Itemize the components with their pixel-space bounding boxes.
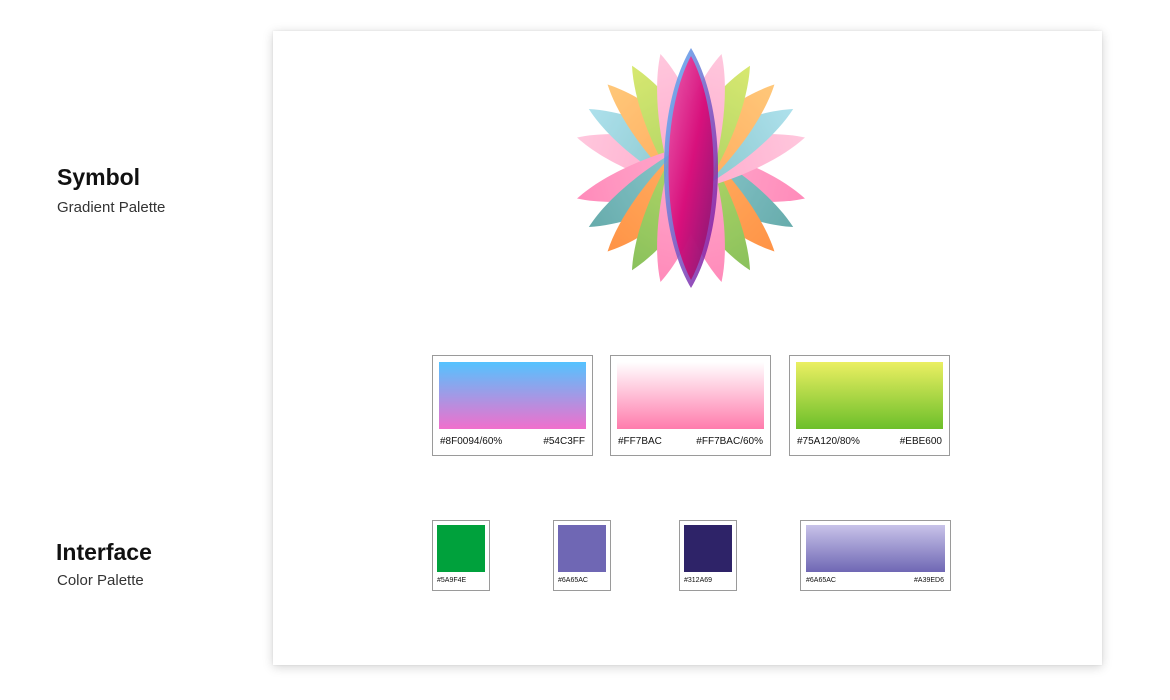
color-swatch-label: #6A65AC <box>558 577 588 584</box>
gradient-swatch-fill <box>796 362 943 429</box>
gradient-swatch-right-label: #EBE600 <box>899 436 942 447</box>
gradient-swatch-left-label: #6A65AC <box>806 577 836 584</box>
symbol-section-title: Symbol <box>57 164 141 190</box>
interface-section-subtitle: Color Palette <box>57 572 144 589</box>
color-swatch-purple: #6A65AC <box>553 520 611 591</box>
gradient-swatch-fill <box>617 362 764 429</box>
color-swatch-fill <box>558 525 606 572</box>
gradient-swatch-yellow-green: #75A120/80% #EBE600 <box>789 355 950 456</box>
symbol-section-subtitle: Gradient Palette <box>57 199 166 216</box>
gradient-swatch-right-label: #A39ED6 <box>914 577 944 584</box>
gradient-swatch-left-label: #8F0094/60% <box>440 436 503 447</box>
gradient-swatch-fill <box>439 362 586 429</box>
symbol-flower-logo <box>577 48 805 288</box>
gradient-swatch-left-label: #75A120/80% <box>797 436 860 447</box>
gradient-swatch-left-label: #FF7BAC <box>618 436 662 447</box>
color-swatch-fill <box>684 525 732 572</box>
gradient-swatch-blue-pink: #8F0094/60% #54C3FF <box>432 355 593 456</box>
palette-card: #8F0094/60% #54C3FF #FF7BAC #FF7BAC/60% … <box>273 31 1102 665</box>
color-swatch-label: #312A69 <box>684 577 713 584</box>
gradient-swatch-lavender: #6A65AC #A39ED6 <box>800 520 951 591</box>
gradient-swatch-fill <box>806 525 945 572</box>
gradient-swatch-right-label: #54C3FF <box>543 436 585 447</box>
color-swatch-green: #5A9F4E <box>432 520 490 591</box>
gradient-swatch-right-label: #FF7BAC/60% <box>696 436 763 447</box>
color-swatch-fill <box>437 525 485 572</box>
interface-section-title: Interface <box>56 539 152 565</box>
color-swatch-dark-indigo: #312A69 <box>679 520 737 591</box>
color-swatch-label: #5A9F4E <box>437 577 467 584</box>
gradient-swatch-pink: #FF7BAC #FF7BAC/60% <box>610 355 771 456</box>
